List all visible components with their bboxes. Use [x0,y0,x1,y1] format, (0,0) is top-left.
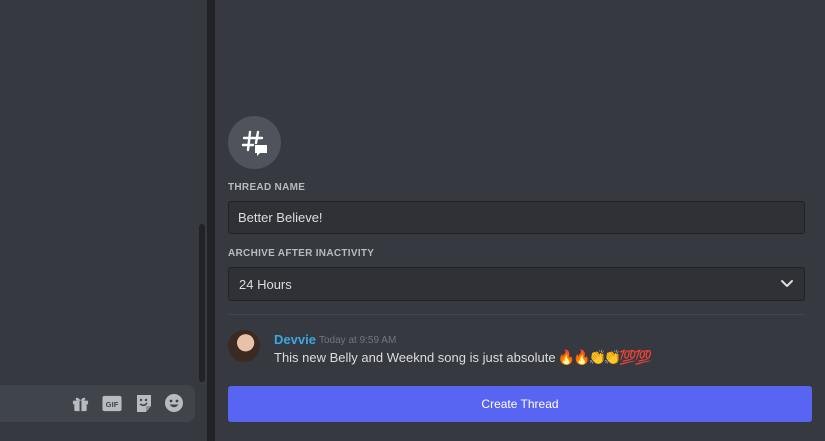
archive-duration-value: 24 Hours [239,276,292,292]
message-author[interactable]: Devvie [274,332,316,347]
gif-label: GIF [106,399,119,408]
message-timestamp: Today at 9:59 AM [319,335,397,346]
avatar[interactable] [228,330,260,362]
chevron-down-icon [780,277,794,292]
sticker-icon[interactable] [134,393,154,413]
create-thread-panel: THREAD NAME Better Believe! ARCHIVE AFTE… [215,0,825,441]
message-emojis: 🔥🔥👏👏💯💯 [557,349,653,365]
message-composer[interactable]: GIF [0,385,195,422]
message-text: This new Belly and Weeknd song is just a… [274,350,556,365]
emoji-icon[interactable] [164,393,184,413]
gif-icon[interactable]: GIF [102,393,122,413]
thread-name-label: THREAD NAME [228,182,306,193]
archive-label: ARCHIVE AFTER INACTIVITY [228,248,375,259]
pane-divider [207,0,215,441]
section-separator [228,314,805,315]
create-thread-button[interactable]: Create Thread [228,386,812,422]
thread-name-input[interactable]: Better Believe! [228,201,805,234]
chat-pane: GIF [0,0,207,441]
thread-name-value: Better Believe! [238,210,323,225]
chat-scrollbar[interactable] [199,224,205,382]
archive-duration-select[interactable]: 24 Hours [228,267,805,301]
thread-icon [228,116,281,169]
discord-window: GIF THREAD NAME Better Believe! ARCHIVE … [0,0,825,441]
gift-icon[interactable] [70,393,90,413]
message-content: This new Belly and Weeknd song is just a… [274,349,653,366]
